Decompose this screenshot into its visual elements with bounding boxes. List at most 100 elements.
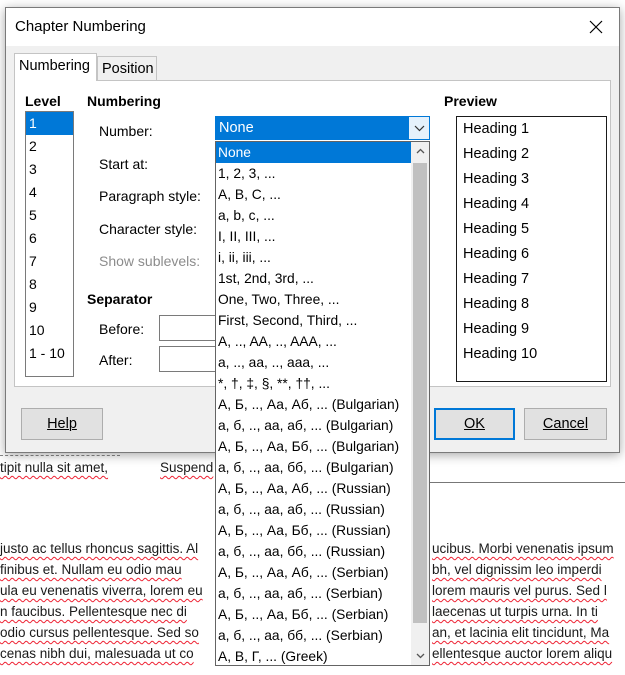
chevron-down-icon (414, 125, 424, 131)
document-text-line: ucibus. Morbi venenatis ipsum (432, 541, 614, 556)
preview-heading: Heading 3 (463, 171, 530, 187)
scroll-down-button[interactable] (411, 647, 429, 665)
dropdown-option[interactable]: A, B, C, ... (216, 184, 429, 205)
level-item[interactable]: 1 - 10 (26, 342, 73, 365)
dropdown-option[interactable]: One, Two, Three, ... (216, 289, 429, 310)
level-item[interactable]: 7 (26, 250, 73, 273)
level-item[interactable]: 10 (26, 319, 73, 342)
dialog-titlebar: Chapter Numbering (6, 8, 619, 46)
cancel-button-label: Cancel (542, 416, 589, 432)
dropdown-option[interactable]: First, Second, Third, ... (216, 310, 429, 331)
level-item[interactable]: 6 (26, 227, 73, 250)
scrollbar-thumb[interactable] (413, 163, 427, 623)
preview-heading: Heading 10 (463, 346, 538, 362)
dropdown-option[interactable]: None (216, 142, 429, 163)
separator-header: Separator (87, 291, 153, 307)
dropdown-scrollbar[interactable] (411, 142, 429, 665)
combobox-toggle[interactable] (408, 117, 429, 139)
preview-heading: Heading 6 (463, 246, 530, 262)
help-button[interactable]: Help (21, 408, 103, 440)
preview-heading: Heading 8 (463, 296, 530, 312)
level-item[interactable]: 8 (26, 273, 73, 296)
preview-heading: Heading 7 (463, 271, 530, 287)
dropdown-option[interactable]: А, Б, .., Аа, Аб, ... (Russian) (216, 478, 429, 499)
dropdown-option[interactable]: I, II, III, ... (216, 226, 429, 247)
dropdown-option[interactable]: Α, Β, Γ, ... (Greek) (216, 646, 429, 665)
ok-button[interactable]: OK (434, 408, 515, 440)
dialog-title: Chapter Numbering (15, 18, 146, 35)
tab-numbering[interactable]: Numbering (14, 53, 97, 81)
help-button-label: Help (47, 416, 77, 432)
after-label: After: (99, 352, 133, 368)
level-list[interactable]: 1 2 3 4 5 6 7 8 9 10 1 - 10 (25, 111, 74, 377)
dropdown-option[interactable]: i, ii, iii, ... (216, 247, 429, 268)
number-combobox-value: None (219, 120, 254, 136)
document-text-line: laecenas ut turpis urna. In ti (432, 604, 598, 619)
dropdown-option[interactable]: а, б, .., аа, бб, ... (Russian) (216, 541, 429, 562)
numbering-header: Numbering (87, 93, 161, 109)
dropdown-option[interactable]: А, Б, .., Аа, Бб, ... (Bulgarian) (216, 436, 429, 457)
document-text-line: finibus et. Nullam eu odio mau (0, 562, 182, 577)
document-text-line: odio cursus pellentesque. Sed so (0, 625, 199, 640)
section-divider (430, 482, 625, 483)
scroll-up-button[interactable] (411, 142, 429, 160)
show-sublevels-label: Show sublevels: (99, 253, 201, 269)
document-text-line: bh, vel dignissim leo imperdi (432, 562, 602, 577)
preview-heading: Heading 4 (463, 196, 530, 212)
paragraph-style-label: Paragraph style: (99, 188, 201, 204)
ok-button-label: OK (464, 416, 485, 432)
level-item[interactable]: 5 (26, 204, 73, 227)
document-text-line: justo ac tellus rhoncus sagittis. Al (0, 541, 199, 556)
dropdown-option[interactable]: а, б, .., аа, аб, ... (Russian) (216, 499, 429, 520)
document-text-line: cenas nibh dui, malesuada ut co (0, 646, 194, 661)
preview-heading: Heading 5 (463, 221, 530, 237)
dropdown-option[interactable]: 1st, 2nd, 3rd, ... (216, 268, 429, 289)
preview-heading: Heading 2 (463, 146, 530, 162)
level-item[interactable]: 1 (26, 112, 73, 135)
after-input[interactable] (159, 346, 219, 372)
level-item[interactable]: 3 (26, 158, 73, 181)
before-label: Before: (99, 321, 145, 337)
level-header: Level (25, 93, 61, 109)
section-divider (0, 455, 120, 456)
dropdown-option[interactable]: A, .., AA, .., AAA, ... (216, 331, 429, 352)
chevron-up-icon (416, 148, 424, 154)
dropdown-option[interactable]: а, б, .., аа, аб, ... (Serbian) (216, 583, 429, 604)
preview-header: Preview (444, 93, 497, 109)
number-label: Number: (99, 123, 153, 139)
dropdown-option[interactable]: А, Б, .., Аа, Бб, ... (Serbian) (216, 604, 429, 625)
close-button[interactable] (573, 8, 619, 46)
dropdown-option[interactable]: А, Б, .., Аа, Аб, ... (Bulgarian) (216, 394, 429, 415)
level-item[interactable]: 2 (26, 135, 73, 158)
document-text-line: lorem mauris vel purus. Sed l (432, 583, 607, 598)
before-input[interactable] (159, 315, 219, 341)
dropdown-option[interactable]: a, .., aa, .., aaa, ... (216, 352, 429, 373)
level-item[interactable]: 4 (26, 181, 73, 204)
number-dropdown-list[interactable]: None 1, 2, 3, ... A, B, C, ... a, b, c, … (215, 141, 430, 666)
dropdown-option[interactable]: а, б, .., аа, бб, ... (Bulgarian) (216, 457, 429, 478)
tab-position[interactable]: Position (97, 56, 157, 81)
close-icon (589, 20, 603, 34)
preview-box: Heading 1 Heading 2 Heading 3 Heading 4 … (456, 116, 607, 382)
dropdown-option[interactable]: а, б, .., аа, бб, ... (Serbian) (216, 625, 429, 646)
dropdown-option[interactable]: a, b, c, ... (216, 205, 429, 226)
dropdown-option[interactable]: 1, 2, 3, ... (216, 163, 429, 184)
dropdown-option[interactable]: *, †, ‡, §, **, ††, ... (216, 373, 429, 394)
dropdown-option[interactable]: а, б, .., аа, аб, ... (Bulgarian) (216, 415, 429, 436)
preview-heading: Heading 9 (463, 321, 530, 337)
level-item[interactable]: 9 (26, 296, 73, 319)
preview-heading: Heading 1 (463, 121, 530, 137)
dropdown-option[interactable]: А, Б, .., Аа, Аб, ... (Serbian) (216, 562, 429, 583)
dropdown-items: None 1, 2, 3, ... A, B, C, ... a, b, c, … (216, 142, 429, 665)
start-at-label: Start at: (99, 156, 149, 172)
document-text-line: Suspend (160, 460, 214, 475)
dropdown-option[interactable]: А, Б, .., Аа, Бб, ... (Russian) (216, 520, 429, 541)
document-text-line: an, et lacinia elit tincidunt, Ma (432, 625, 610, 640)
cancel-button[interactable]: Cancel (524, 408, 607, 440)
number-combobox[interactable]: None (215, 116, 430, 140)
character-style-label: Character style: (99, 221, 198, 237)
document-text-line: ula eu venenatis viverra, lorem eu (0, 583, 203, 598)
document-text-line: tipit nulla sit amet, (0, 460, 109, 475)
document-text-line: ellentesque auctor lorem aliqu (432, 646, 613, 661)
chevron-down-icon (416, 653, 424, 659)
